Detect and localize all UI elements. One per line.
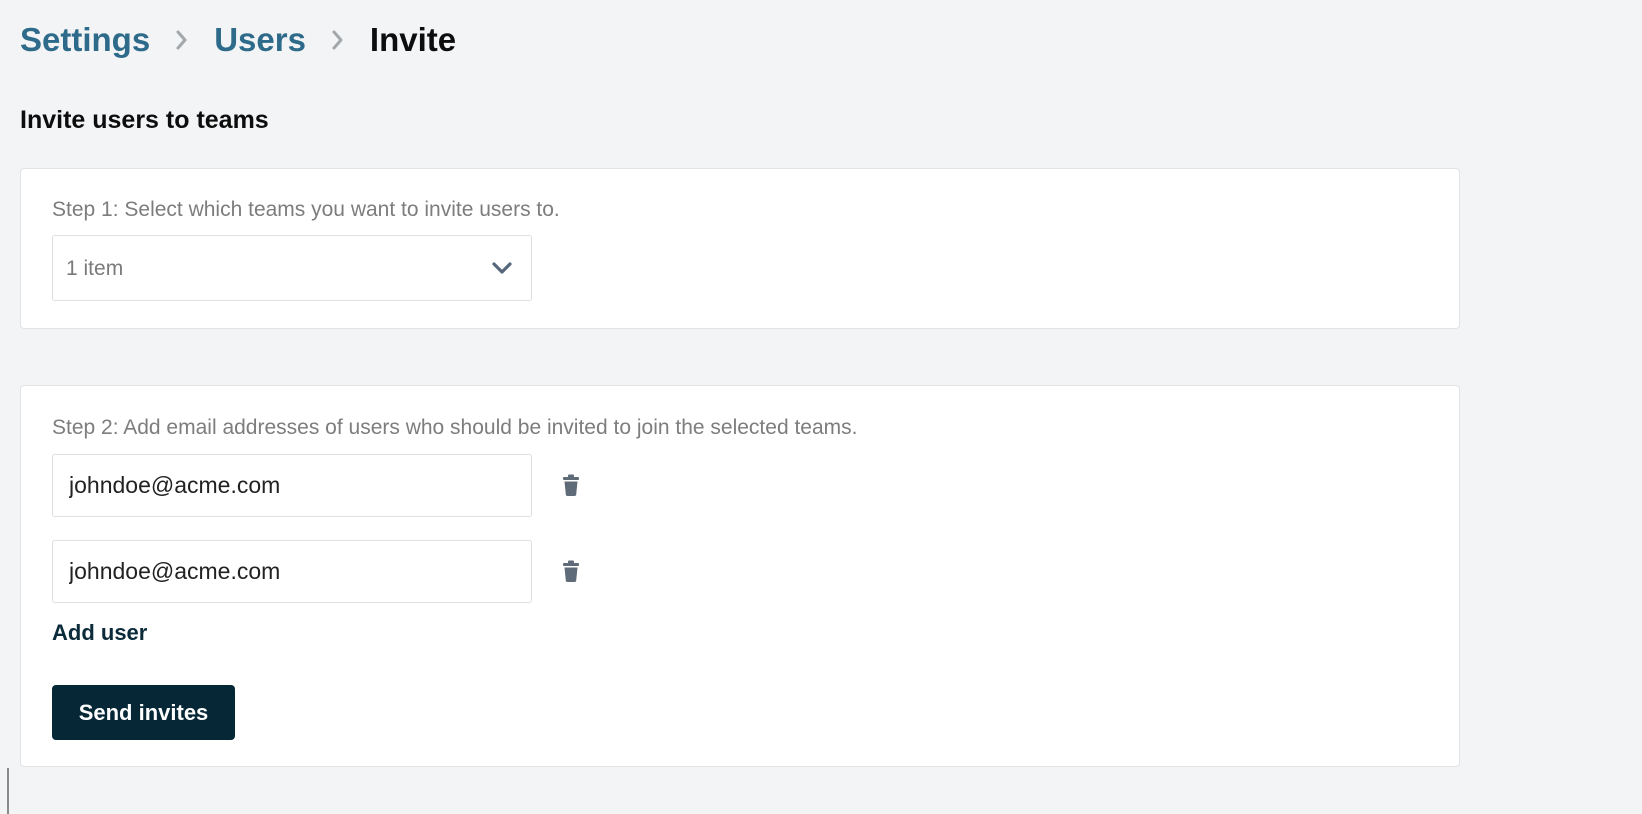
page-title: Invite users to teams bbox=[20, 106, 269, 134]
email-row bbox=[52, 454, 612, 517]
breadcrumb-invite: Invite bbox=[369, 21, 457, 58]
step1-label: Step 1: Select which teams you want to i… bbox=[52, 198, 560, 221]
team-select-value: 1 item bbox=[66, 257, 124, 280]
step2-label: Step 2: Add email addresses of users who… bbox=[52, 416, 858, 439]
send-invites-button[interactable]: Send invites bbox=[52, 685, 235, 740]
step2-card: Step 2: Add email addresses of users who… bbox=[20, 385, 1460, 767]
email-field[interactable] bbox=[52, 540, 532, 603]
trash-icon[interactable] bbox=[562, 560, 580, 582]
email-field[interactable] bbox=[52, 454, 532, 517]
scroll-edge-marker bbox=[7, 768, 9, 814]
chevron-right-icon bbox=[150, 29, 214, 51]
team-select[interactable]: 1 item bbox=[52, 235, 532, 301]
chevron-down-icon bbox=[491, 260, 513, 276]
breadcrumb: Settings Users Invite bbox=[20, 18, 456, 62]
step1-card: Step 1: Select which teams you want to i… bbox=[20, 168, 1460, 329]
chevron-right-icon bbox=[306, 29, 370, 51]
breadcrumb-users[interactable]: Users bbox=[214, 21, 306, 59]
email-row bbox=[52, 540, 612, 603]
trash-icon[interactable] bbox=[562, 474, 580, 496]
breadcrumb-settings[interactable]: Settings bbox=[20, 21, 150, 59]
add-user-link[interactable]: Add user bbox=[52, 620, 147, 646]
